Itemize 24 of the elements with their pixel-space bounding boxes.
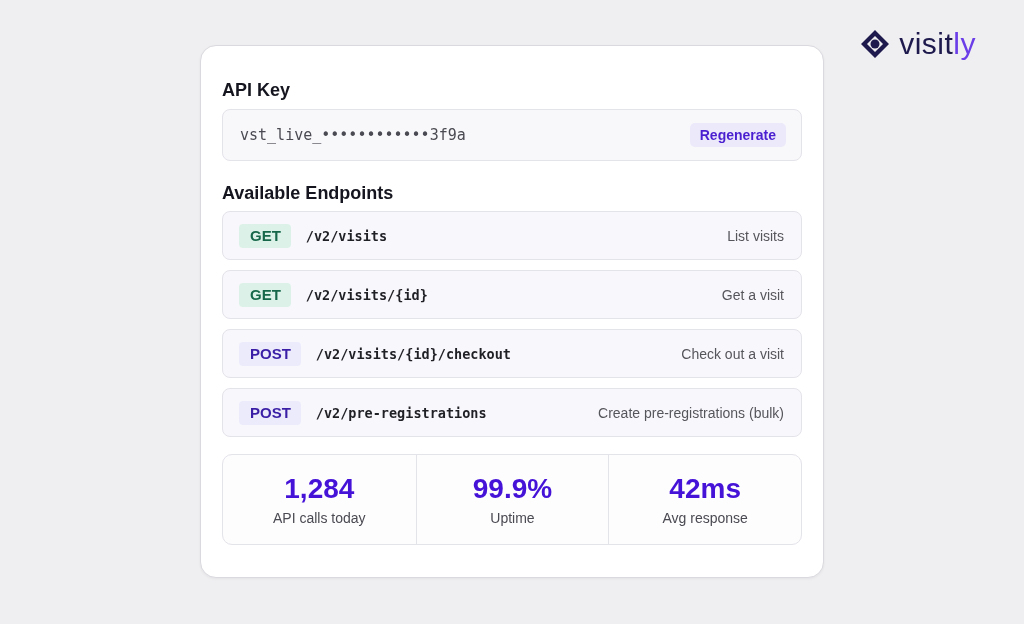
endpoint-description: Create pre-registrations (bulk) bbox=[598, 404, 784, 421]
stat-value: 99.9% bbox=[472, 472, 553, 505]
logo-text: visitly bbox=[899, 28, 976, 60]
endpoint-description: List visits bbox=[727, 227, 784, 244]
endpoint-description: Get a visit bbox=[721, 286, 784, 303]
endpoint-path: /v2/pre-registrations bbox=[315, 404, 487, 421]
method-tag: POST bbox=[239, 400, 301, 425]
stat-label: Avg response bbox=[662, 508, 748, 527]
section-title: Available Endpoints bbox=[222, 182, 395, 204]
regenerate-button[interactable]: Regenerate bbox=[689, 123, 786, 147]
endpoint-path: /v2/visits/{id}/checkout bbox=[315, 345, 511, 362]
diamond-logo-icon bbox=[859, 28, 892, 60]
stat-label: API calls today bbox=[273, 508, 366, 527]
stat-value: 42ms bbox=[669, 472, 741, 505]
stat-value: 1,284 bbox=[284, 472, 355, 505]
endpoint-description: Check out a visit bbox=[681, 345, 784, 362]
section-title: API Key bbox=[222, 79, 292, 101]
endpoint-path: /v2/visits bbox=[305, 227, 388, 244]
api-key-value: vst_live_••••••••••••3f9a bbox=[240, 126, 466, 144]
method-tag: GET bbox=[239, 282, 291, 307]
method-tag: POST bbox=[239, 341, 301, 366]
method-tag: GET bbox=[239, 223, 291, 248]
stat-label: Uptime bbox=[490, 508, 535, 527]
endpoint-path: /v2/visits/{id} bbox=[305, 286, 428, 303]
